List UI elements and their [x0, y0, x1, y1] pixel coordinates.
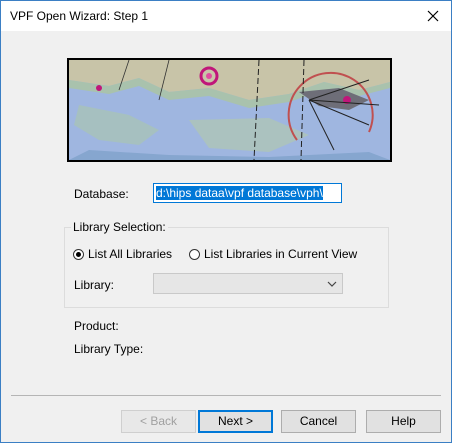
radio-unchecked-icon — [189, 248, 200, 260]
library-label: Library: — [74, 278, 115, 292]
back-button[interactable]: < Back — [121, 410, 196, 433]
radio-list-all-libraries[interactable]: List All Libraries — [73, 247, 172, 261]
library-selection-group — [64, 227, 389, 308]
close-button[interactable] — [415, 1, 451, 31]
radio-checked-icon — [73, 248, 84, 260]
database-field[interactable]: d:\hips dataa\vpf database\vph\ — [153, 183, 342, 203]
help-button[interactable]: Help — [366, 410, 441, 433]
library-selection-legend: Library Selection: — [71, 220, 168, 234]
library-select[interactable] — [153, 273, 343, 294]
radio-current-view-label: List Libraries in Current View — [204, 247, 358, 261]
radio-list-current-view[interactable]: List Libraries in Current View — [189, 247, 357, 261]
map-image — [69, 60, 390, 160]
wizard-window: VPF Open Wizard: Step 1 Database: d:\hip… — [0, 0, 452, 443]
database-label: Database: — [74, 187, 129, 201]
cancel-button[interactable]: Cancel — [281, 410, 356, 433]
footer-separator — [11, 395, 441, 396]
radio-list-all-label: List All Libraries — [88, 247, 173, 261]
window-title: VPF Open Wizard: Step 1 — [10, 9, 149, 23]
product-label: Product: — [74, 319, 119, 333]
database-value: d:\hips dataa\vpf database\vph\ — [156, 186, 323, 200]
next-button[interactable]: Next > — [198, 410, 273, 433]
title-bar: VPF Open Wizard: Step 1 — [1, 1, 451, 31]
close-icon — [427, 10, 439, 22]
chevron-down-icon — [327, 281, 337, 287]
library-type-label: Library Type: — [74, 342, 144, 356]
map-preview — [67, 58, 392, 162]
